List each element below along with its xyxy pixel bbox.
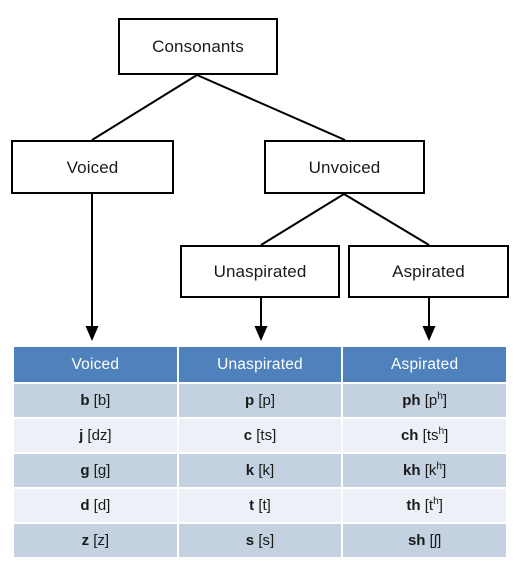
cell-voiced: g [g] [14, 454, 177, 487]
arrow-aspirated-head [422, 326, 436, 341]
cell-letter: ch [400, 427, 419, 444]
cell-ipa-pre: [t [424, 497, 434, 514]
cell-letter: p [244, 392, 255, 409]
node-consonants-label: Consonants [152, 37, 244, 56]
cell-ipa-post: ] [438, 497, 443, 514]
cell-ipa: [ts] [256, 427, 277, 444]
cell-ipa-post: ] [442, 392, 448, 409]
cell-letter: z [81, 532, 90, 549]
cell-ipa: [ʃ] [430, 532, 442, 549]
cell-ipa: [p] [258, 392, 275, 409]
cell-ipa-pre: [k [424, 462, 437, 479]
cell-letter: t [249, 497, 255, 514]
cell-unaspirated: p [p] [178, 384, 342, 417]
cell-unaspirated: c [ts] [178, 419, 342, 452]
cell-ipa: [b] [93, 392, 111, 409]
cell-unaspirated: t [t] [178, 489, 342, 522]
cell-letter: th [406, 497, 421, 514]
node-unaspirated-label: Unaspirated [213, 262, 307, 281]
cell-unaspirated: s [s] [178, 524, 342, 557]
node-aspirated: Aspirated [348, 245, 509, 298]
cell-ipa: [tsh] [422, 426, 449, 444]
arrow-unaspirated-head [254, 326, 268, 341]
cell-letter: d [80, 497, 90, 514]
table-body: b [b] p [p] ph [ph] j [dz] c [ts] ch [ts… [14, 384, 506, 557]
diagram-canvas: Consonants Voiced Unvoiced Unaspirated A… [0, 0, 522, 574]
cell-voiced: d [d] [14, 489, 177, 522]
cell-aspirated: th [th] [343, 489, 506, 522]
connector-unvoiced-aspirated [343, 193, 430, 246]
cell-aspirated: ch [tsh] [343, 419, 506, 452]
table-row: b [b] p [p] ph [ph] [14, 384, 506, 417]
node-unvoiced-label: Unvoiced [308, 157, 381, 177]
cell-ipa: [t] [258, 497, 271, 514]
cell-ipa: [dz] [87, 427, 112, 444]
cell-letter: kh [403, 462, 421, 479]
table-row: g [g] k [k] kh [kh] [14, 454, 506, 487]
column-header-unaspirated: Unaspirated [178, 347, 342, 382]
connector-unvoiced-unaspirated [260, 193, 345, 246]
cell-ipa-post: ] [437, 532, 442, 549]
cell-unaspirated: k [k] [178, 454, 342, 487]
cell-aspirated: kh [kh] [343, 454, 506, 487]
node-unvoiced: Unvoiced [264, 140, 425, 194]
cell-ipa: [s] [258, 532, 275, 549]
table-row: z [z] s [s] sh [ʃ] [14, 524, 506, 557]
table-row: d [d] t [t] th [th] [14, 489, 506, 522]
cell-letter: sh [407, 532, 426, 549]
cell-aspirated: ph [ph] [343, 384, 506, 417]
cell-ipa: [k] [258, 462, 275, 479]
cell-aspirated: sh [ʃ] [343, 524, 506, 557]
phoneme-table: Voiced Unaspirated Aspirated b [b] p [p]… [12, 345, 508, 559]
cell-letter: s [245, 532, 255, 549]
cell-voiced: b [b] [14, 384, 177, 417]
cell-letter: j [79, 427, 84, 444]
connector-consonants-unvoiced [196, 74, 346, 141]
cell-letter: g [80, 462, 90, 479]
arrow-voiced-head [85, 326, 99, 341]
node-aspirated-label: Aspirated [392, 262, 465, 281]
cell-ipa: [kh] [424, 461, 447, 479]
cell-letter: ph [402, 392, 421, 409]
node-unaspirated: Unaspirated [180, 245, 340, 298]
column-header-aspirated: Aspirated [343, 347, 506, 382]
cell-voiced: j [dz] [14, 419, 177, 452]
cell-letter: k [245, 462, 255, 479]
node-voiced-label: Voiced [66, 157, 119, 177]
cell-ipa: [ph] [424, 391, 448, 409]
connector-consonants-voiced [91, 74, 198, 141]
cell-ipa: [th] [424, 496, 443, 514]
cell-ipa-pre: [ts [422, 427, 439, 444]
cell-ipa-pre: [p [424, 392, 438, 409]
cell-voiced: z [z] [14, 524, 177, 557]
table-row: j [dz] c [ts] ch [tsh] [14, 419, 506, 452]
cell-ipa: [g] [93, 462, 111, 479]
column-header-voiced: Voiced [14, 347, 177, 382]
table-header-row: Voiced Unaspirated Aspirated [14, 347, 506, 382]
table-header: Voiced Unaspirated Aspirated [14, 347, 506, 382]
cell-ipa: [d] [93, 497, 111, 514]
node-voiced: Voiced [11, 140, 174, 194]
cell-ipa: [z] [93, 532, 110, 549]
cell-letter: c [243, 427, 253, 444]
cell-ipa-post: ] [442, 462, 447, 479]
cell-letter: b [80, 392, 90, 409]
cell-ipa-post: ] [444, 427, 449, 444]
node-consonants: Consonants [118, 18, 278, 75]
